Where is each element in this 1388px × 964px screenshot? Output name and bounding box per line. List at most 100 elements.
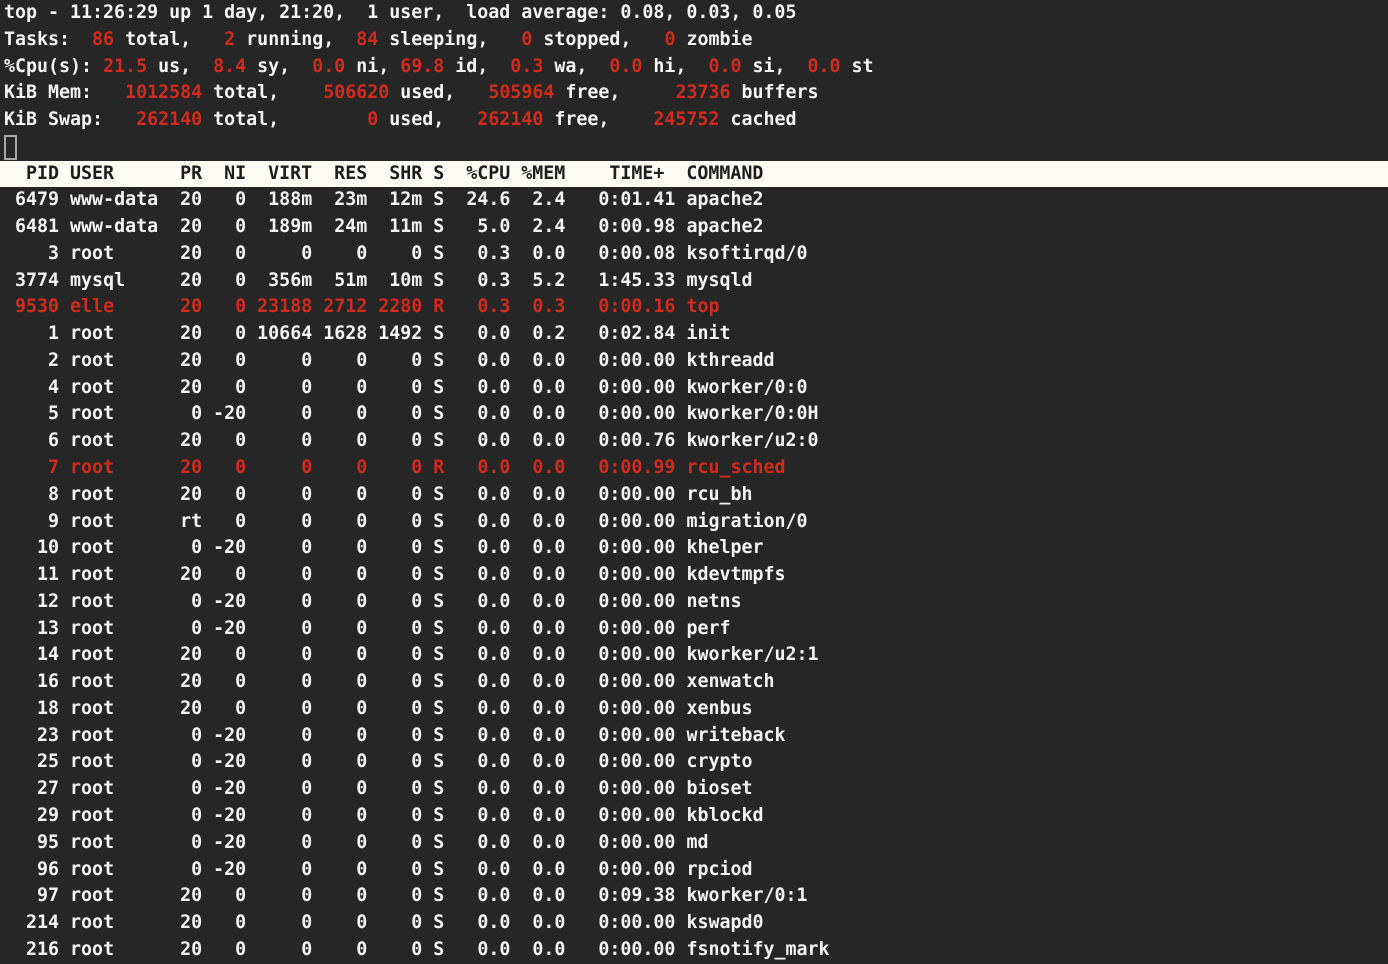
cell-user: root <box>70 885 169 906</box>
cell-pid: 11 <box>4 564 70 585</box>
cell-virt: 0 <box>257 537 323 558</box>
cell-cmd: bioset <box>686 778 752 799</box>
process-row: 5 root 0 -20 0 0 0 S 0.0 0.0 0:00.00 kwo… <box>0 401 1388 428</box>
cell-mem: 0.0 <box>521 644 576 665</box>
cell-cpu: 0.0 <box>466 671 521 692</box>
cell-time: 0:00.00 <box>576 564 686 585</box>
process-row: 14 root 20 0 0 0 0 S 0.0 0.0 0:00.00 kwo… <box>0 642 1388 669</box>
cell-pid: 9530 <box>4 296 70 317</box>
cell-shr: 10m <box>378 270 433 291</box>
cell-cmd: rcu_sched <box>686 457 785 478</box>
cell-ni: -20 <box>213 618 257 639</box>
summary-text: used, <box>389 82 488 103</box>
cell-user: root <box>70 644 169 665</box>
summary-value: 8.4 <box>202 56 246 77</box>
cell-time: 1:45.33 <box>576 270 686 291</box>
cell-mem: 0.0 <box>521 430 576 451</box>
summary-text: zombie <box>675 29 752 50</box>
cell-cpu: 0.0 <box>466 591 521 612</box>
cell-mem: 0.0 <box>521 564 576 585</box>
cell-ni: -20 <box>213 591 257 612</box>
summary-value: 262140 <box>477 109 543 130</box>
cell-s: S <box>433 644 466 665</box>
cell-cpu: 0.0 <box>466 912 521 933</box>
cell-cpu: 0.0 <box>466 323 521 344</box>
summary-value: 0 <box>642 29 675 50</box>
cell-res: 0 <box>323 537 378 558</box>
cell-ni: 0 <box>213 216 257 237</box>
cell-mem: 5.2 <box>521 270 576 291</box>
cell-s: S <box>433 725 466 746</box>
cell-s: S <box>433 751 466 772</box>
process-row: 29 root 0 -20 0 0 0 S 0.0 0.0 0:00.00 kb… <box>0 803 1388 830</box>
cell-cpu: 0.0 <box>466 537 521 558</box>
cell-mem: 0.0 <box>521 939 576 960</box>
cell-shr: 0 <box>378 805 433 826</box>
cell-pr: 0 <box>169 403 213 424</box>
cell-pr: 20 <box>169 671 213 692</box>
cell-pid: 3 <box>4 243 70 264</box>
cell-pid: 16 <box>4 671 70 692</box>
cell-s: S <box>433 939 466 960</box>
cell-shr: 0 <box>378 350 433 371</box>
cell-ni: 0 <box>213 430 257 451</box>
process-row: 216 root 20 0 0 0 0 S 0.0 0.0 0:00.00 fs… <box>0 937 1388 964</box>
cell-cpu: 0.3 <box>466 243 521 264</box>
summary-text: free, <box>543 109 653 130</box>
cell-mem: 0.0 <box>521 484 576 505</box>
cell-cmd: kworker/u2:0 <box>686 430 818 451</box>
cell-user: root <box>70 751 169 772</box>
cell-pid: 25 <box>4 751 70 772</box>
cell-shr: 0 <box>378 511 433 532</box>
cell-cmd: kblockd <box>686 805 763 826</box>
cell-virt: 0 <box>257 591 323 612</box>
cell-shr: 0 <box>378 484 433 505</box>
process-row: 13 root 0 -20 0 0 0 S 0.0 0.0 0:00.00 pe… <box>0 616 1388 643</box>
cell-res: 0 <box>323 484 378 505</box>
summary-text: running, <box>235 29 345 50</box>
cell-shr: 0 <box>378 912 433 933</box>
cell-shr: 0 <box>378 403 433 424</box>
cell-cpu: 0.0 <box>466 457 521 478</box>
terminal-screen[interactable]: top - 11:26:29 up 1 day, 21:20, 1 user, … <box>0 0 1388 964</box>
summary-value: 0.3 <box>499 56 543 77</box>
cell-s: S <box>433 805 466 826</box>
cell-mem: 0.0 <box>521 403 576 424</box>
cell-ni: -20 <box>213 832 257 853</box>
cell-cpu: 0.0 <box>466 698 521 719</box>
cell-pr: 20 <box>169 457 213 478</box>
cell-res: 0 <box>323 778 378 799</box>
cell-mem: 0.0 <box>521 350 576 371</box>
uptime-line: top - 11:26:29 up 1 day, 21:20, 1 user, … <box>0 0 1388 27</box>
cell-pid: 5 <box>4 403 70 424</box>
cell-time: 0:00.00 <box>576 403 686 424</box>
cell-res: 0 <box>323 644 378 665</box>
cell-user: root <box>70 511 169 532</box>
cell-s: S <box>433 270 466 291</box>
summary-value: 2 <box>202 29 235 50</box>
cell-res: 0 <box>323 859 378 880</box>
cell-cmd: perf <box>686 618 730 639</box>
cell-time: 0:00.00 <box>576 778 686 799</box>
cell-res: 23m <box>323 189 378 210</box>
cell-s: S <box>433 350 466 371</box>
cell-res: 2712 <box>323 296 378 317</box>
cell-pid: 1 <box>4 323 70 344</box>
cell-cpu: 0.0 <box>466 859 521 880</box>
cell-user: root <box>70 618 169 639</box>
cell-mem: 2.4 <box>521 216 576 237</box>
cell-cmd: apache2 <box>686 216 763 237</box>
cell-s: S <box>433 698 466 719</box>
cell-cmd: kworker/0:1 <box>686 885 807 906</box>
process-row: 6 root 20 0 0 0 0 S 0.0 0.0 0:00.76 kwor… <box>0 428 1388 455</box>
cell-mem: 2.4 <box>521 189 576 210</box>
cell-pr: 0 <box>169 832 213 853</box>
cell-time: 0:00.00 <box>576 591 686 612</box>
process-row: 2 root 20 0 0 0 0 S 0.0 0.0 0:00.00 kthr… <box>0 348 1388 375</box>
cell-user: www-data <box>70 216 169 237</box>
process-row: 16 root 20 0 0 0 0 S 0.0 0.0 0:00.00 xen… <box>0 669 1388 696</box>
cell-pid: 6 <box>4 430 70 451</box>
cell-mem: 0.0 <box>521 912 576 933</box>
cell-ni: -20 <box>213 537 257 558</box>
cell-user: root <box>70 350 169 371</box>
